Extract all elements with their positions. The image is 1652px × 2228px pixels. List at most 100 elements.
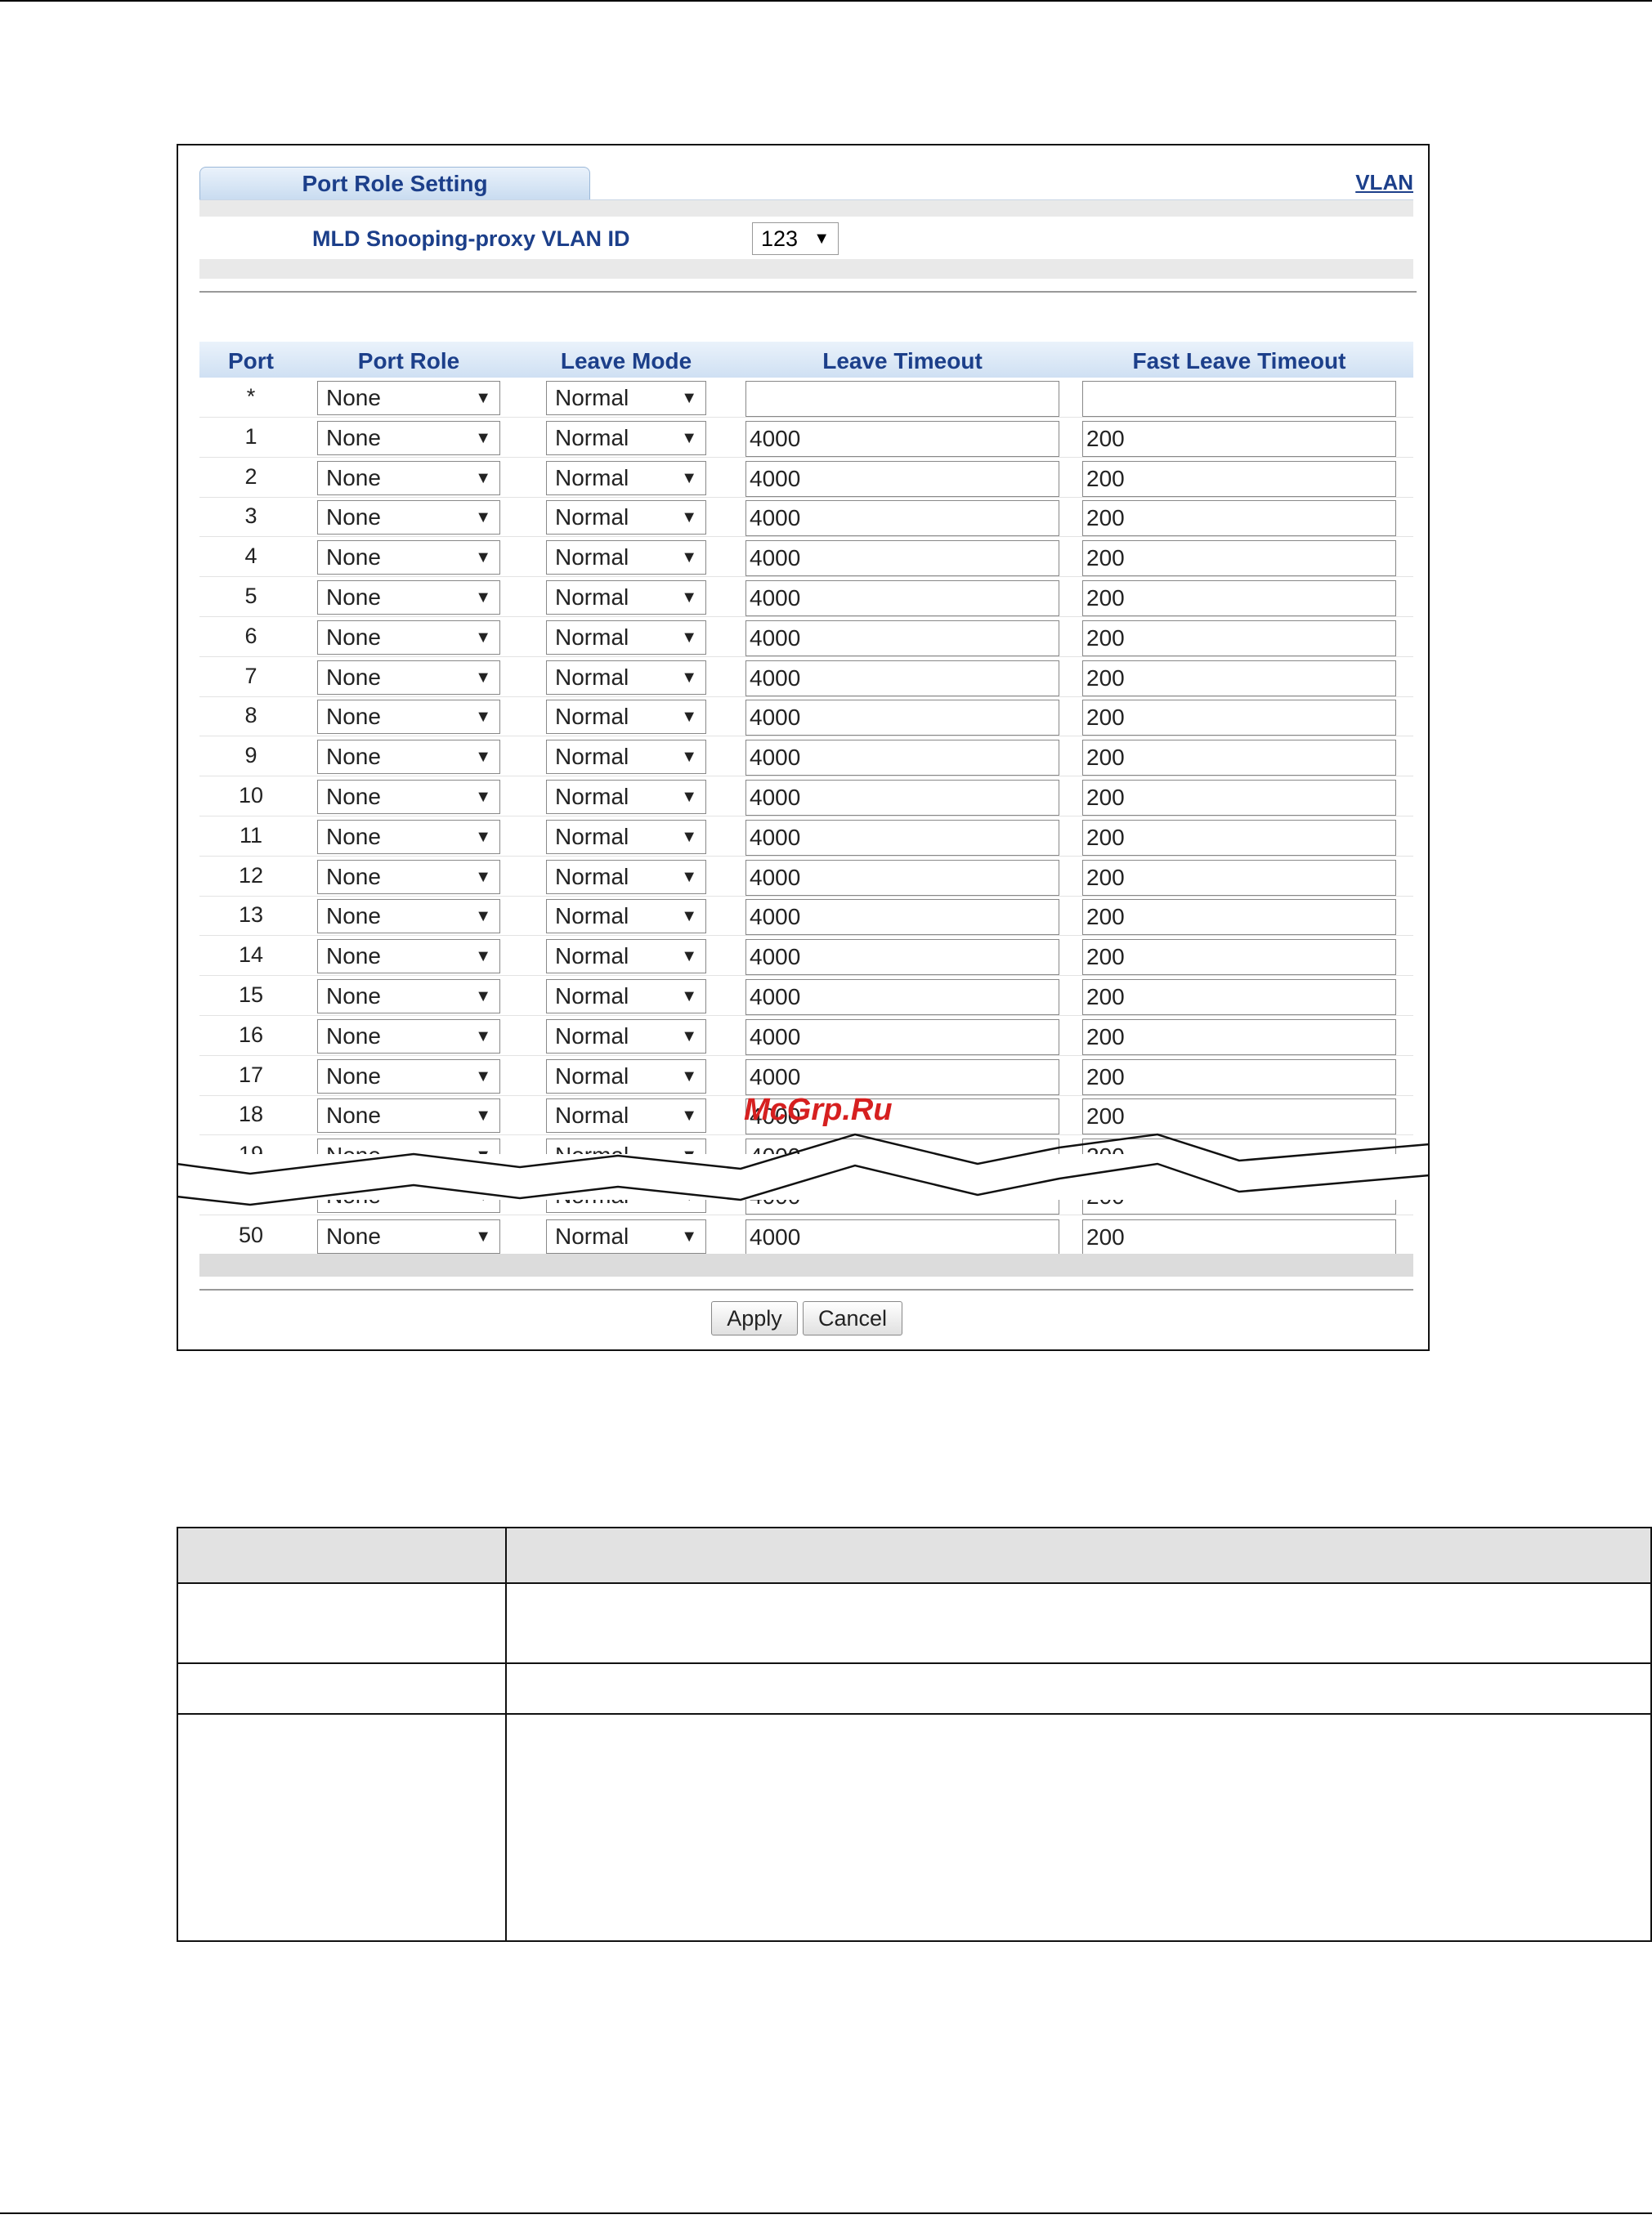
port-role-select[interactable]: None ▼	[317, 540, 500, 575]
leave-mode-value: Normal	[555, 744, 629, 769]
port-number: 18	[238, 1102, 264, 1126]
port-role-select[interactable]: None ▼	[317, 899, 500, 933]
leave-mode-select[interactable]: Normal ▼	[546, 1098, 706, 1133]
port-role-select[interactable]: None ▼	[317, 660, 500, 695]
col-port: Port	[228, 348, 274, 374]
leave-timeout-input[interactable]: 4000	[745, 1219, 1059, 1255]
leave-mode-select[interactable]: Normal ▼	[546, 500, 706, 535]
tab-port-role-setting[interactable]: Port Role Setting	[199, 167, 590, 199]
fast-leave-timeout-input[interactable]: 200	[1082, 700, 1396, 736]
fast-leave-timeout-input[interactable]: 200	[1082, 580, 1396, 616]
port-role-select[interactable]: None ▼	[317, 580, 500, 615]
desc-cell	[177, 1713, 507, 1942]
col-port-role: Port Role	[357, 348, 460, 374]
fast-leave-timeout-input[interactable]: 200	[1082, 780, 1396, 816]
mld-settings-row: MLD Snooping-proxy VLAN ID 123 ▼	[199, 217, 1413, 259]
port-role-select[interactable]: None ▼	[317, 381, 500, 415]
leave-mode-value: Normal	[555, 465, 629, 490]
leave-timeout-input[interactable]: 4000	[745, 939, 1059, 975]
port-role-value: None	[326, 544, 381, 570]
leave-mode-select[interactable]: Normal ▼	[546, 381, 706, 415]
leave-timeout-input[interactable]: 4000	[745, 860, 1059, 896]
leave-timeout-input[interactable]: 4000	[745, 979, 1059, 1015]
fast-leave-timeout-input[interactable]: 200	[1082, 939, 1396, 975]
leave-mode-select[interactable]: Normal ▼	[546, 700, 706, 734]
leave-mode-select[interactable]: Normal ▼	[546, 820, 706, 854]
leave-mode-select[interactable]: Normal ▼	[546, 1219, 706, 1254]
port-role-select[interactable]: None ▼	[317, 780, 500, 814]
chevron-down-icon: ▼	[681, 428, 697, 447]
port-role-select[interactable]: None ▼	[317, 1219, 500, 1254]
table-row: 15 None ▼ Normal ▼ 4000 200	[199, 976, 1413, 1016]
leave-timeout-input[interactable]: 4000	[745, 580, 1059, 616]
leave-timeout-input[interactable]: 4000	[745, 421, 1059, 457]
leave-mode-select[interactable]: Normal ▼	[546, 740, 706, 774]
chevron-down-icon: ▼	[681, 946, 697, 965]
leave-timeout-input[interactable]: 4000	[745, 540, 1059, 576]
leave-mode-select[interactable]: Normal ▼	[546, 540, 706, 575]
fast-leave-timeout-input[interactable]: 200	[1082, 620, 1396, 656]
leave-timeout-input[interactable]: 4000	[745, 1059, 1059, 1095]
leave-mode-select[interactable]: Normal ▼	[546, 939, 706, 973]
fast-leave-timeout-input[interactable]: 200	[1082, 540, 1396, 576]
mld-vlan-label: MLD Snooping-proxy VLAN ID	[312, 226, 630, 251]
leave-timeout-input[interactable]	[745, 381, 1059, 417]
vlan-link[interactable]: VLAN	[1355, 170, 1413, 195]
leave-mode-select[interactable]: Normal ▼	[546, 860, 706, 894]
leave-mode-select[interactable]: Normal ▼	[546, 461, 706, 495]
leave-timeout-input[interactable]: 4000	[745, 660, 1059, 696]
leave-timeout-input[interactable]: 4000	[745, 461, 1059, 497]
port-role-select[interactable]: None ▼	[317, 740, 500, 774]
fast-leave-timeout-input[interactable]	[1082, 381, 1396, 417]
port-role-select[interactable]: None ▼	[317, 421, 500, 455]
leave-mode-select[interactable]: Normal ▼	[546, 421, 706, 455]
leave-mode-select[interactable]: Normal ▼	[546, 899, 706, 933]
leave-timeout-input[interactable]: 4000	[745, 500, 1059, 536]
port-role-select[interactable]: None ▼	[317, 500, 500, 535]
leave-mode-select[interactable]: Normal ▼	[546, 660, 706, 695]
port-role-select[interactable]: None ▼	[317, 1059, 500, 1094]
leave-timeout-input[interactable]: 4000	[745, 700, 1059, 736]
fast-leave-timeout-input[interactable]: 200	[1082, 461, 1396, 497]
apply-button[interactable]: Apply	[711, 1301, 798, 1335]
leave-mode-select[interactable]: Normal ▼	[546, 979, 706, 1013]
leave-mode-select[interactable]: Normal ▼	[546, 780, 706, 814]
fast-leave-timeout-input[interactable]: 200	[1082, 860, 1396, 896]
fast-leave-timeout-input[interactable]: 200	[1082, 660, 1396, 696]
fast-leave-timeout-input[interactable]: 200	[1082, 820, 1396, 856]
fast-leave-timeout-input[interactable]: 200	[1082, 421, 1396, 457]
leave-timeout-input[interactable]: 4000	[745, 620, 1059, 656]
leave-timeout-input[interactable]: 4000	[745, 899, 1059, 935]
mld-vlan-select[interactable]: 123 ▼	[752, 222, 839, 255]
port-role-select[interactable]: None ▼	[317, 620, 500, 655]
leave-mode-select[interactable]: Normal ▼	[546, 1059, 706, 1094]
port-role-value: None	[326, 504, 381, 530]
port-role-select[interactable]: None ▼	[317, 860, 500, 894]
port-role-select[interactable]: None ▼	[317, 979, 500, 1013]
leave-timeout-input[interactable]: 4000	[745, 740, 1059, 776]
cancel-button[interactable]: Cancel	[803, 1301, 902, 1335]
leave-timeout-input[interactable]: 4000	[745, 820, 1059, 856]
port-role-select[interactable]: None ▼	[317, 700, 500, 734]
chevron-down-icon: ▼	[475, 827, 491, 846]
fast-leave-timeout-input[interactable]: 200	[1082, 740, 1396, 776]
port-role-select[interactable]: None ▼	[317, 461, 500, 495]
fast-leave-timeout-input[interactable]: 200	[1082, 1059, 1396, 1095]
fast-leave-timeout-input[interactable]: 200	[1082, 979, 1396, 1015]
port-role-select[interactable]: None ▼	[317, 820, 500, 854]
port-role-value: None	[326, 1103, 381, 1128]
leave-mode-select[interactable]: Normal ▼	[546, 1019, 706, 1054]
fast-leave-timeout-input[interactable]: 200	[1082, 1219, 1396, 1255]
leave-mode-select[interactable]: Normal ▼	[546, 620, 706, 655]
fast-leave-timeout-input[interactable]: 200	[1082, 500, 1396, 536]
leave-timeout-input[interactable]: 4000	[745, 1019, 1059, 1055]
fast-leave-timeout-input[interactable]: 200	[1082, 1098, 1396, 1134]
port-role-select[interactable]: None ▼	[317, 1019, 500, 1054]
port-role-select[interactable]: None ▼	[317, 1098, 500, 1133]
port-number: 7	[244, 664, 257, 688]
fast-leave-timeout-input[interactable]: 200	[1082, 1019, 1396, 1055]
fast-leave-timeout-input[interactable]: 200	[1082, 899, 1396, 935]
leave-mode-select[interactable]: Normal ▼	[546, 580, 706, 615]
port-role-select[interactable]: None ▼	[317, 939, 500, 973]
leave-timeout-input[interactable]: 4000	[745, 780, 1059, 816]
